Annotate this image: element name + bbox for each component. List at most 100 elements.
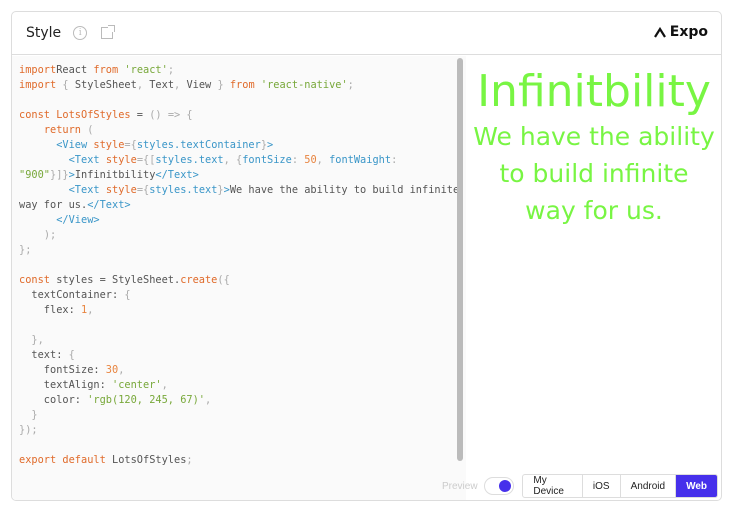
code-token: way for us. bbox=[19, 199, 88, 211]
code-token: from bbox=[93, 64, 119, 76]
code-token: const bbox=[19, 274, 50, 286]
code-line: textAlign: 'center', bbox=[19, 378, 466, 393]
code-line: "900"}]}>Infinitbility</Text> bbox=[19, 168, 466, 183]
code-token: ({ bbox=[217, 274, 230, 286]
code-token: , bbox=[136, 79, 150, 91]
code-line: </View> bbox=[19, 213, 466, 228]
code-token: ; bbox=[186, 454, 193, 466]
code-token: Infinitbility bbox=[74, 169, 156, 181]
code-token: style bbox=[105, 184, 137, 196]
code-token: import bbox=[19, 79, 57, 91]
platform-my-device[interactable]: My Device bbox=[523, 475, 583, 497]
code-token: </View> bbox=[56, 214, 100, 226]
code-token: <Text bbox=[68, 154, 100, 166]
code-line: <View style={styles.textContainer}> bbox=[19, 138, 466, 153]
code-token: textAlign: bbox=[19, 379, 112, 391]
toggle-knob bbox=[499, 480, 512, 492]
open-external-icon[interactable] bbox=[101, 25, 116, 39]
code-token: return bbox=[43, 124, 82, 136]
code-token: { bbox=[56, 79, 75, 91]
code-line: fontSize: 30, bbox=[19, 363, 466, 378]
code-token: () => { bbox=[149, 109, 193, 121]
preview-label: Preview bbox=[442, 480, 478, 492]
code-token: styles.text bbox=[149, 184, 218, 196]
code-line: }; bbox=[19, 243, 466, 258]
code-line: <Text style={[styles.text, {fontSize: 50… bbox=[19, 153, 466, 168]
code-token: <View bbox=[56, 139, 88, 151]
preview-body: We have the ability to build infinite wa… bbox=[473, 122, 715, 225]
code-line: export default LotsOfStyles; bbox=[19, 453, 466, 468]
code-line: way for us.</Text> bbox=[19, 198, 466, 213]
code-token: > bbox=[267, 139, 274, 151]
code-token: { bbox=[124, 289, 131, 301]
code-token: style bbox=[105, 154, 137, 166]
code-line: }); bbox=[19, 423, 466, 438]
platform-web[interactable]: Web bbox=[676, 475, 717, 497]
code-token: const bbox=[19, 109, 50, 121]
code-line: } bbox=[19, 408, 466, 423]
code-token: = bbox=[130, 109, 150, 121]
code-line: const LotsOfStyles = () => { bbox=[19, 108, 466, 123]
code-token: <Text bbox=[68, 184, 100, 196]
code-token: </Text> bbox=[155, 169, 199, 181]
code-token: color: bbox=[19, 394, 88, 406]
code-line: importReact from 'react'; bbox=[19, 63, 466, 78]
bottom-bar: Preview My Device iOS Android Web bbox=[442, 471, 721, 500]
code-token: fontSize bbox=[242, 154, 292, 166]
code-token: import bbox=[19, 64, 57, 76]
code-editor[interactable]: importReact from 'react'; import { StyleS… bbox=[12, 56, 466, 500]
header: Style i Expo bbox=[12, 12, 721, 55]
code-token: , bbox=[118, 364, 125, 376]
code-token: from bbox=[229, 79, 255, 91]
code-token: , bbox=[87, 304, 94, 316]
platform-ios[interactable]: iOS bbox=[583, 475, 621, 497]
code-token: ( bbox=[81, 124, 94, 136]
code-token: 'center' bbox=[112, 379, 162, 391]
code-line: const styles = StyleSheet.create({ bbox=[19, 273, 466, 288]
code-token: 'react-native' bbox=[260, 79, 348, 91]
code-token: StyleSheet bbox=[74, 79, 137, 91]
preview-title: Infinitbility bbox=[477, 66, 711, 117]
code-token: ={[ bbox=[136, 154, 156, 166]
expo-chevron-icon bbox=[653, 26, 666, 38]
code-token: fontSize: bbox=[19, 364, 106, 376]
code-token: fontWaight bbox=[329, 154, 392, 166]
code-line: ); bbox=[19, 228, 466, 243]
code-token: React bbox=[56, 64, 94, 76]
code-token: ; bbox=[347, 79, 354, 91]
code-line: color: 'rgb(120, 245, 67)', bbox=[19, 393, 466, 408]
code-scrollbar[interactable] bbox=[457, 58, 463, 461]
code-token: flex: bbox=[19, 304, 81, 316]
code-token: , bbox=[205, 394, 212, 406]
code-token: export bbox=[19, 454, 57, 466]
code-token: LotsOfStyles bbox=[105, 454, 187, 466]
code-token: LotsOfStyles bbox=[56, 109, 131, 121]
preview-toggle[interactable] bbox=[483, 477, 515, 495]
code-token: styles.textContainer bbox=[136, 139, 261, 151]
code-token: : bbox=[291, 154, 305, 166]
code-token: ={ bbox=[136, 184, 150, 196]
code-token: style bbox=[93, 139, 125, 151]
platform-android[interactable]: Android bbox=[621, 475, 677, 497]
code-token: }); bbox=[19, 424, 38, 436]
info-icon[interactable]: i bbox=[73, 26, 88, 40]
code-token: textContainer: bbox=[19, 289, 125, 301]
code-token: 30 bbox=[105, 364, 119, 376]
code-line: textContainer: { bbox=[19, 288, 466, 303]
platform-selector: My Device iOS Android Web bbox=[522, 474, 718, 498]
code-token: } bbox=[31, 409, 38, 421]
code-token: styles.text bbox=[155, 154, 224, 166]
code-token: }; bbox=[19, 244, 32, 256]
snack-card: Style i Expo importReact from 'react'; im… bbox=[11, 11, 722, 501]
code-token: We have the ability to build infinite bbox=[229, 184, 460, 196]
expo-logo[interactable]: Expo bbox=[653, 24, 708, 40]
code-token: , { bbox=[223, 154, 243, 166]
